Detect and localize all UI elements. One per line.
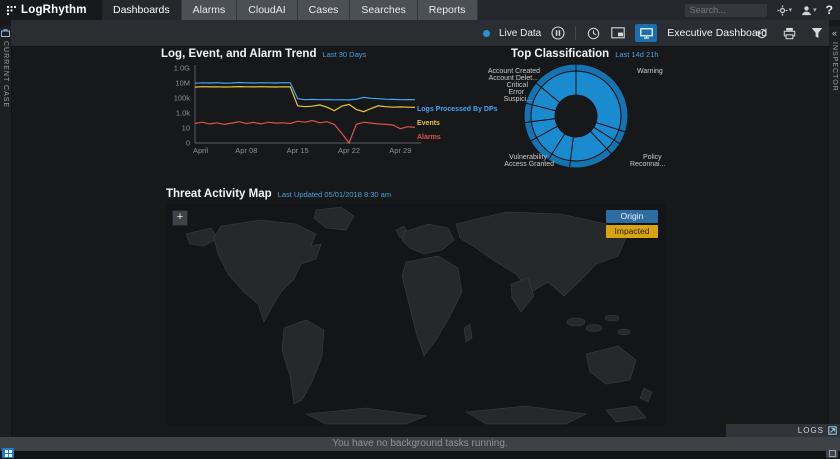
- topbar-right: ▾ ▾ ?: [684, 0, 840, 20]
- threat-map-panel: Threat Activity Map Last Updated 05/01/2…: [166, 188, 676, 428]
- svg-text:April: April: [193, 146, 208, 155]
- current-case-label: CURRENT CASE: [2, 41, 9, 108]
- slice-label-warning: Warning: [637, 68, 663, 75]
- tab-alarms[interactable]: Alarms: [182, 0, 238, 20]
- monitor-icon: [640, 28, 653, 39]
- status-message: You have no background tasks running.: [332, 438, 507, 449]
- chevron-down-icon: ▾: [813, 6, 817, 14]
- pause-icon: [551, 26, 565, 40]
- svg-text:1.0G: 1.0G: [174, 64, 190, 73]
- slice-label-suspicious: Suspici...: [481, 96, 532, 103]
- tab-cases[interactable]: Cases: [298, 0, 351, 20]
- tab-searches[interactable]: Searches: [350, 0, 417, 20]
- help-icon[interactable]: ?: [826, 3, 833, 17]
- gear-icon: [777, 5, 788, 16]
- monitor-view-button[interactable]: [635, 24, 657, 42]
- logo: LogRhythm: [0, 0, 102, 20]
- toolbar-divider: [575, 26, 576, 40]
- case-icon: [1, 29, 10, 37]
- svg-text:10M: 10M: [175, 79, 190, 88]
- pause-live-button[interactable]: [550, 25, 566, 41]
- dashboard-workspace: Log, Event, and Alarm Trend Last 30 Days…: [11, 46, 829, 437]
- trend-chart-title: Log, Event, and Alarm Trend: [161, 48, 317, 60]
- grid-icon: [5, 450, 12, 457]
- toolbar-center: Live Data: [483, 20, 767, 46]
- dashboard-toolbar: Live Data: [11, 20, 829, 47]
- tab-dashboards[interactable]: Dashboards: [102, 0, 182, 20]
- filter-button[interactable]: [809, 25, 825, 41]
- funnel-icon: [811, 27, 823, 39]
- time-range-button[interactable]: [585, 25, 601, 41]
- trend-chart-panel: Log, Event, and Alarm Trend Last 30 Days…: [161, 48, 506, 183]
- collapse-icon: «: [832, 29, 837, 38]
- svg-text:0: 0: [186, 139, 190, 148]
- logo-text: LogRhythm: [21, 4, 87, 16]
- zoom-in-button[interactable]: +: [172, 210, 188, 226]
- impacted-toggle-button[interactable]: Impacted: [606, 225, 658, 238]
- status-bar: You have no background tasks running.: [0, 437, 840, 451]
- svg-text:1.0k: 1.0k: [176, 109, 190, 118]
- svg-text:10: 10: [182, 124, 190, 133]
- settings-menu-button[interactable]: ▾: [777, 5, 793, 16]
- logs-label: LOGS: [798, 426, 824, 435]
- svg-text:100k: 100k: [174, 94, 191, 103]
- reset-dashboard-button[interactable]: [753, 25, 769, 41]
- threat-map-subtitle: Last Updated 05/01/2018 8:30 am: [278, 190, 391, 199]
- inspector-rail[interactable]: « INSPECTOR: [828, 26, 840, 424]
- svg-text:Apr 22: Apr 22: [338, 146, 360, 155]
- main-nav: Dashboards Alarms CloudAI Cases Searches…: [102, 0, 478, 20]
- picture-in-picture-icon: [611, 27, 625, 39]
- svg-text:Apr 15: Apr 15: [287, 146, 309, 155]
- bottom-strip: [0, 451, 840, 459]
- top-bar: LogRhythm Dashboards Alarms CloudAI Case…: [0, 0, 840, 20]
- origin-toggle-button[interactable]: Origin: [606, 210, 658, 223]
- toolbar-right: [753, 20, 825, 46]
- live-data-indicator: [483, 30, 490, 37]
- slice-label-account-created: Account Created: [481, 68, 540, 75]
- world-map[interactable]: + Origin Impacted: [166, 204, 666, 426]
- threat-map-title: Threat Activity Map: [166, 188, 272, 200]
- inspector-label: INSPECTOR: [831, 42, 838, 92]
- svg-text:Apr 29: Apr 29: [389, 146, 411, 155]
- slice-label-policy: Policy: [643, 154, 662, 161]
- chevron-down-icon: ▾: [789, 6, 793, 14]
- logrhythm-logo-icon: [6, 5, 17, 16]
- svg-text:Apr 08: Apr 08: [235, 146, 257, 155]
- live-data-label: Live Data: [499, 28, 541, 39]
- notifications-icon[interactable]: [826, 448, 838, 458]
- slice-label-reconnaissance: Reconnai...: [630, 161, 665, 168]
- slice-label-account-deleted: Account Delet...: [481, 75, 538, 82]
- expand-panel-icon: [828, 426, 837, 435]
- slice-label-error: Error: [481, 89, 524, 96]
- world-map-graphic: [166, 204, 666, 426]
- user-menu-button[interactable]: ▾: [801, 5, 817, 16]
- panel-icon: [829, 450, 836, 457]
- classification-panel: Top Classification Last 14d 21h Account …: [481, 48, 691, 200]
- logs-drawer[interactable]: LOGS: [726, 424, 840, 437]
- trend-chart-subtitle: Last 30 Days: [323, 50, 367, 59]
- search-input[interactable]: [684, 3, 768, 18]
- background-tasks-icon[interactable]: [2, 448, 14, 458]
- printer-icon: [783, 27, 796, 40]
- slice-label-critical: Critical: [481, 82, 528, 89]
- slice-label-vulnerability: Vulnerability: [481, 154, 547, 161]
- current-case-rail[interactable]: CURRENT CASE: [0, 26, 12, 437]
- map-legend: Origin Impacted: [606, 210, 658, 238]
- slice-label-access-granted: Access Granted: [481, 161, 554, 168]
- undo-icon: [755, 27, 768, 40]
- clock-icon: [587, 27, 600, 40]
- tab-cloudai[interactable]: CloudAI: [237, 0, 297, 20]
- print-button[interactable]: [781, 25, 797, 41]
- tab-reports[interactable]: Reports: [418, 0, 478, 20]
- carousel-mode-button[interactable]: [610, 25, 626, 41]
- user-icon: [801, 5, 812, 16]
